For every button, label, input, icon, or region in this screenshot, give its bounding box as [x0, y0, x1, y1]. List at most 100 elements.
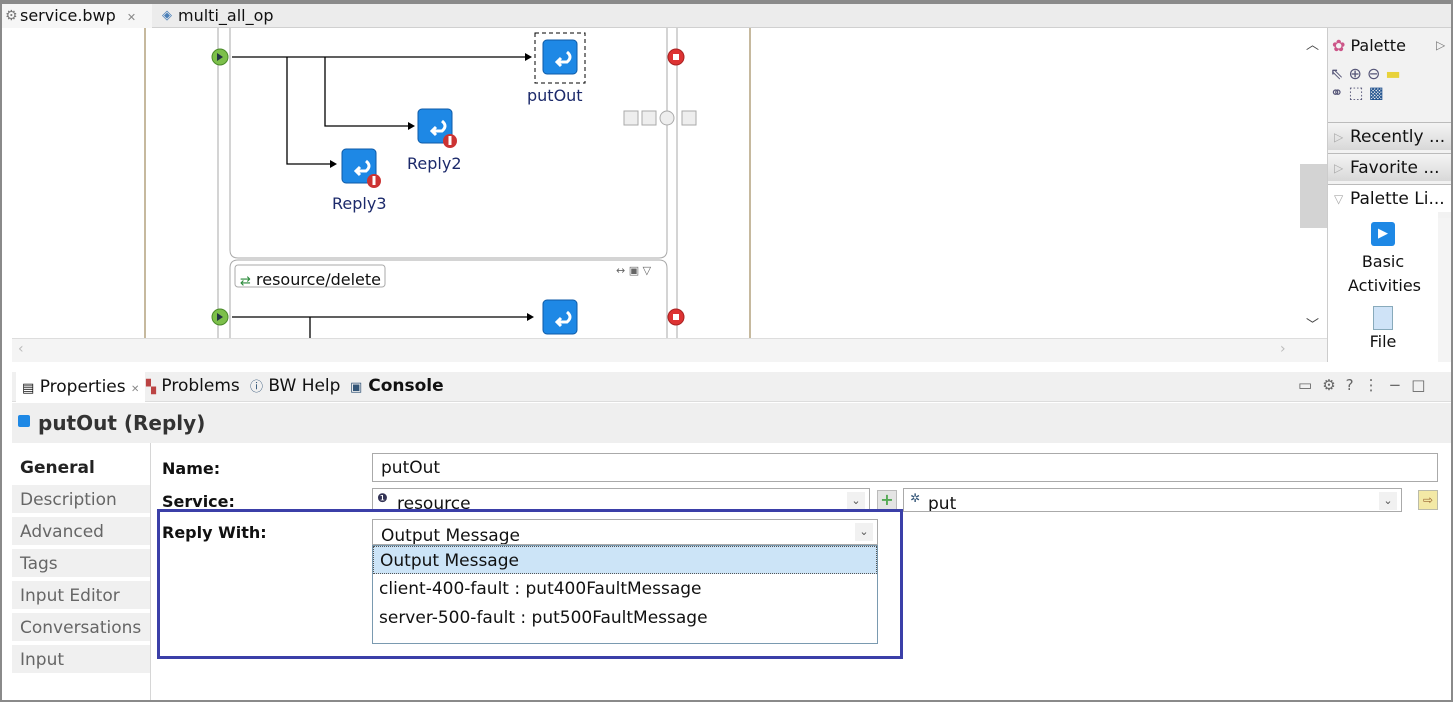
- tab-label: service.bwp: [20, 6, 116, 25]
- puzzle-icon[interactable]: ▩: [1369, 83, 1384, 102]
- reply-activity-icon: [542, 299, 578, 335]
- tab-service-bwp[interactable]: ⚙ service.bwp ✕: [2, 4, 152, 28]
- palette-panel: ✿ Palette ▷ ⇖ ⊕ ⊖ ▬ ⚭ ⬚ ▩ ▷ Recently ... ▷…: [1327, 28, 1452, 362]
- drawer-favorite[interactable]: ▷ Favorite ...: [1328, 153, 1452, 181]
- operation-select[interactable]: ✲ put ⌄: [903, 488, 1402, 512]
- service-select[interactable]: ❶ resource ⌄: [372, 488, 870, 512]
- note-icon[interactable]: ▬: [1386, 64, 1401, 83]
- palette-tools: ⇖ ⊕ ⊖ ▬ ⚭ ⬚ ▩: [1330, 64, 1401, 102]
- drawer-palette-list[interactable]: ▽ Palette Li...: [1328, 184, 1452, 212]
- palette-header[interactable]: ✿ Palette ▷: [1332, 36, 1445, 55]
- properties-icon: ▤: [22, 381, 35, 396]
- reply-with-label: Reply With:: [162, 523, 267, 542]
- chevron-down-icon[interactable]: ⌄: [847, 492, 865, 510]
- chevron-down-icon[interactable]: ⌄: [855, 523, 873, 541]
- drawer-recently[interactable]: ▷ Recently ...: [1328, 122, 1452, 150]
- new-window-icon[interactable]: ▭: [1298, 376, 1322, 394]
- scope-label-resource-delete[interactable]: ⇄ resource/delete: [240, 271, 381, 291]
- tab-label: BW Help: [268, 376, 341, 396]
- console-icon: ▣: [350, 380, 363, 395]
- drawer-label: Palette Li...: [1350, 189, 1445, 209]
- option-server-500-fault[interactable]: server-500-fault : put500FaultMessage: [373, 604, 877, 632]
- close-icon[interactable]: ✕: [127, 11, 136, 24]
- tab-bw-help[interactable]: ⓘ BW Help: [250, 376, 340, 396]
- reply-with-select[interactable]: Output Message ⌄: [372, 519, 878, 545]
- scrollbar-thumb[interactable]: [1300, 164, 1327, 228]
- reply-activity-icon: [542, 39, 578, 75]
- vertical-scrollbar[interactable]: ︿ ﹀: [1300, 28, 1327, 338]
- option-output-message[interactable]: Output Message: [373, 546, 877, 574]
- menu-icon[interactable]: ⋮: [1364, 376, 1389, 394]
- option-client-400-fault[interactable]: client-400-fault : put400FaultMessage: [373, 575, 877, 603]
- tab-label: Problems: [161, 376, 240, 396]
- interface-icon: ❶: [377, 491, 388, 505]
- tab-label: multi_all_op: [178, 6, 274, 25]
- reply-with-value: Output Message: [381, 526, 520, 545]
- reply-activity-icon: [341, 148, 381, 188]
- activity-toolbar: [623, 110, 697, 126]
- service-label: Service:: [162, 492, 235, 511]
- activity-label-reply2[interactable]: Reply2: [407, 154, 462, 173]
- side-tab-input[interactable]: Input: [12, 645, 150, 675]
- reply-icon: [18, 415, 30, 427]
- palette-item-file[interactable]: File: [1328, 332, 1438, 351]
- tab-multi-all-op[interactable]: ◈ multi_all_op: [160, 4, 300, 28]
- palette-scrollbar[interactable]: [1438, 218, 1451, 362]
- goto-operation-icon[interactable]: ⇨: [1418, 490, 1438, 510]
- scope-icon: ⇄: [240, 274, 251, 289]
- start-icon: [211, 48, 229, 66]
- tab-properties[interactable]: ▤ Properties ✕: [16, 372, 146, 402]
- add-service-button[interactable]: +: [877, 490, 897, 510]
- zoom-out-icon[interactable]: ⊖: [1367, 64, 1380, 83]
- gear-icon: ⚙: [5, 8, 18, 24]
- horizontal-scrollbar[interactable]: ‹ ›: [12, 338, 1327, 362]
- tab-label: Properties: [39, 377, 126, 397]
- activity-label-reply3[interactable]: Reply3: [332, 194, 387, 213]
- close-icon[interactable]: ✕: [131, 384, 139, 395]
- help-icon: ⓘ: [250, 380, 264, 395]
- end-icon: [667, 308, 685, 326]
- name-input[interactable]: putOut: [372, 453, 1438, 482]
- zoom-in-icon[interactable]: ⊕: [1349, 64, 1362, 83]
- marquee-icon[interactable]: ⬚: [1349, 83, 1364, 102]
- file-icon: [1373, 306, 1393, 330]
- scroll-up-icon[interactable]: ︿: [1306, 34, 1319, 53]
- scope-controls[interactable]: ↔ ▣ ▽: [616, 264, 651, 277]
- maximize-icon[interactable]: □: [1411, 376, 1435, 394]
- basic-activities-icon: ▶: [1371, 222, 1395, 246]
- pin-icon[interactable]: ⚙: [1322, 376, 1345, 394]
- view-toolbar: ▭⚙?⋮−□: [1298, 376, 1435, 394]
- scroll-down-icon[interactable]: ﹀: [1306, 314, 1319, 333]
- side-tab-advanced[interactable]: Advanced: [12, 517, 150, 547]
- select-tool-icon[interactable]: ⇖: [1330, 64, 1343, 83]
- activity-label-putout[interactable]: putOut: [527, 86, 583, 105]
- service-value: resource: [397, 494, 471, 512]
- tab-problems[interactable]: ▚ Problems: [146, 376, 240, 396]
- drawer-label: Favorite ...: [1350, 158, 1440, 178]
- process-canvas[interactable]: putOut Reply2 Reply3 ⇄ resource/delete ↔…: [12, 28, 1300, 338]
- side-tab-general[interactable]: General: [12, 453, 150, 483]
- collapse-icon[interactable]: ▷: [1436, 38, 1445, 52]
- chevron-down-icon[interactable]: ⌄: [1379, 492, 1397, 510]
- properties-title: putOut (Reply): [12, 403, 1451, 443]
- process-icon: ◈: [162, 8, 172, 23]
- name-label: Name:: [162, 459, 221, 478]
- tab-console[interactable]: ▣ Console: [350, 376, 444, 396]
- process-diagram: [144, 28, 751, 338]
- side-tab-description[interactable]: Description: [12, 485, 150, 515]
- editor-tab-bar: ⚙ service.bwp ✕ ◈ multi_all_op: [2, 4, 1451, 28]
- link-icon[interactable]: ⚭: [1330, 83, 1343, 102]
- help-icon[interactable]: ?: [1346, 376, 1364, 394]
- side-tab-tags[interactable]: Tags: [12, 549, 150, 579]
- reply-activity-icon: [417, 108, 457, 148]
- properties-side-tabs: General Description Advanced Tags Input …: [12, 443, 151, 700]
- problems-icon: ▚: [146, 380, 156, 395]
- palette-icon: ✿: [1332, 36, 1346, 55]
- start-icon: [211, 308, 229, 326]
- side-tab-conversations[interactable]: Conversations: [12, 613, 150, 643]
- palette-item-basic-activities[interactable]: Basic Activities: [1348, 250, 1421, 298]
- minimize-icon[interactable]: −: [1389, 376, 1412, 394]
- side-tab-input-editor[interactable]: Input Editor: [12, 581, 150, 611]
- scroll-left-icon[interactable]: ‹: [18, 341, 24, 357]
- scroll-right-icon[interactable]: ›: [1280, 341, 1286, 357]
